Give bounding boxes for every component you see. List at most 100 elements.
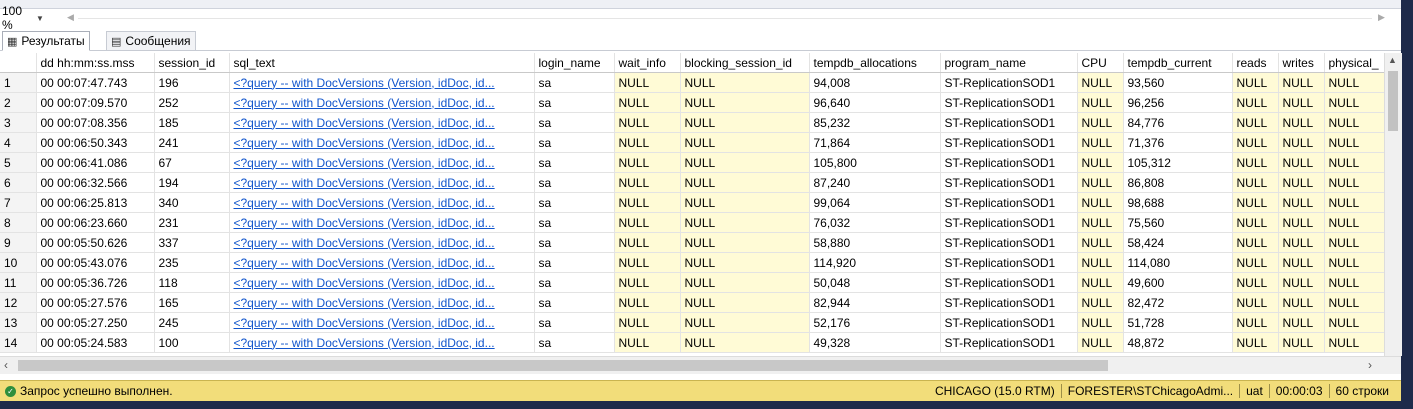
- grid-cell[interactable]: 00 00:06:41.086: [36, 152, 155, 173]
- grid-cell[interactable]: NULL: [1232, 312, 1279, 333]
- grid-cell[interactable]: NULL: [680, 112, 810, 133]
- grid-cell[interactable]: NULL: [614, 132, 681, 153]
- sql-text-link[interactable]: <?query -- with DocVersions (Version, id…: [229, 312, 535, 333]
- grid-cell[interactable]: 00 00:07:09.570: [36, 92, 155, 113]
- grid-cell[interactable]: 196: [154, 72, 230, 93]
- column-header[interactable]: CPU: [1077, 53, 1124, 73]
- grid-cell[interactable]: NULL: [1077, 212, 1124, 233]
- grid-cell[interactable]: 194: [154, 172, 230, 193]
- grid-cell[interactable]: NULL: [1278, 232, 1325, 253]
- grid-cell[interactable]: NULL: [1324, 192, 1385, 213]
- grid-cell[interactable]: 00 00:05:27.576: [36, 292, 155, 313]
- grid-cell[interactable]: NULL: [680, 172, 810, 193]
- grid-cell[interactable]: 96,640: [809, 92, 941, 113]
- grid-cell[interactable]: NULL: [1278, 92, 1325, 113]
- editor-hscroll-track[interactable]: [78, 18, 1372, 19]
- grid-cell[interactable]: 50,048: [809, 272, 941, 293]
- grid-cell[interactable]: NULL: [1324, 252, 1385, 273]
- grid-cell[interactable]: 100: [154, 332, 230, 353]
- table-row[interactable]: 2 00 00:07:09.570 252 <?query -- with DocVe…: [0, 92, 1385, 113]
- grid-cell[interactable]: NULL: [1324, 92, 1385, 113]
- sql-text-link[interactable]: <?query -- with DocVersions (Version, id…: [229, 232, 535, 253]
- grid-cell[interactable]: 71,376: [1123, 132, 1233, 153]
- table-row[interactable]: 14 00 00:05:24.583 100 <?query -- with DocV…: [0, 332, 1385, 353]
- grid-cell[interactable]: NULL: [614, 172, 681, 193]
- table-row[interactable]: 9 00 00:05:50.626 337 <?query -- with DocVe…: [0, 232, 1385, 253]
- grid-cell[interactable]: 87,240: [809, 172, 941, 193]
- sql-text-link[interactable]: <?query -- with DocVersions (Version, id…: [229, 212, 535, 233]
- grid-cell[interactable]: NULL: [1077, 332, 1124, 353]
- row-number[interactable]: 4: [0, 132, 37, 153]
- grid-cell[interactable]: 48,872: [1123, 332, 1233, 353]
- row-number[interactable]: 5: [0, 152, 37, 173]
- grid-cell[interactable]: NULL: [1324, 72, 1385, 93]
- grid-cell[interactable]: NULL: [1077, 312, 1124, 333]
- grid-cell[interactable]: NULL: [680, 232, 810, 253]
- grid-cell[interactable]: 00 00:05:43.076: [36, 252, 155, 273]
- table-row[interactable]: 7 00 00:06:25.813 340 <?query -- with DocVe…: [0, 192, 1385, 213]
- grid-cell[interactable]: 86,808: [1123, 172, 1233, 193]
- grid-cell[interactable]: NULL: [680, 212, 810, 233]
- grid-cell[interactable]: 49,328: [809, 332, 941, 353]
- grid-cell[interactable]: 82,472: [1123, 292, 1233, 313]
- grid-cell[interactable]: 99,064: [809, 192, 941, 213]
- grid-cell[interactable]: NULL: [680, 332, 810, 353]
- grid-cell[interactable]: 58,424: [1123, 232, 1233, 253]
- grid-cell[interactable]: 49,600: [1123, 272, 1233, 293]
- grid-cell[interactable]: sa: [534, 92, 615, 113]
- grid-cell[interactable]: NULL: [1077, 172, 1124, 193]
- grid-cell[interactable]: NULL: [614, 272, 681, 293]
- row-number[interactable]: 6: [0, 172, 37, 193]
- tab-messages[interactable]: ▤ Сообщения: [106, 31, 196, 50]
- vertical-scroll-thumb[interactable]: [1388, 71, 1398, 131]
- grid-cell[interactable]: NULL: [614, 152, 681, 173]
- grid-cell[interactable]: NULL: [1324, 212, 1385, 233]
- grid-cell[interactable]: sa: [534, 212, 615, 233]
- grid-cell[interactable]: 93,560: [1123, 72, 1233, 93]
- scroll-right-icon[interactable]: ›: [1368, 358, 1372, 372]
- grid-cell[interactable]: NULL: [1278, 132, 1325, 153]
- scroll-up-icon[interactable]: ▲: [1388, 55, 1397, 65]
- grid-cell[interactable]: ST-ReplicationSOD1: [940, 332, 1078, 353]
- grid-cell[interactable]: sa: [534, 132, 615, 153]
- grid-cell[interactable]: 241: [154, 132, 230, 153]
- grid-cell[interactable]: 58,880: [809, 232, 941, 253]
- grid-cell[interactable]: NULL: [1232, 272, 1279, 293]
- grid-cell[interactable]: 165: [154, 292, 230, 313]
- table-row[interactable]: 10 00 00:05:43.076 235 <?query -- with DocV…: [0, 252, 1385, 273]
- grid-cell[interactable]: 82,944: [809, 292, 941, 313]
- grid-cell[interactable]: 00 00:06:32.566: [36, 172, 155, 193]
- grid-cell[interactable]: NULL: [680, 252, 810, 273]
- row-number[interactable]: 3: [0, 112, 37, 133]
- grid-cell[interactable]: 245: [154, 312, 230, 333]
- grid-cell[interactable]: ST-ReplicationSOD1: [940, 152, 1078, 173]
- column-header[interactable]: program_name: [940, 53, 1078, 73]
- grid-cell[interactable]: NULL: [1324, 152, 1385, 173]
- grid-cell[interactable]: 84,776: [1123, 112, 1233, 133]
- column-header[interactable]: tempdb_allocations: [809, 53, 941, 73]
- grid-cell[interactable]: NULL: [614, 332, 681, 353]
- grid-cell[interactable]: NULL: [614, 212, 681, 233]
- grid-cell[interactable]: 00 00:05:36.726: [36, 272, 155, 293]
- grid-cell[interactable]: 114,080: [1123, 252, 1233, 273]
- grid-cell[interactable]: sa: [534, 292, 615, 313]
- grid-cell[interactable]: 76,032: [809, 212, 941, 233]
- grid-cell[interactable]: sa: [534, 272, 615, 293]
- grid-cell[interactable]: ST-ReplicationSOD1: [940, 292, 1078, 313]
- grid-cell[interactable]: NULL: [680, 92, 810, 113]
- grid-cell[interactable]: ST-ReplicationSOD1: [940, 132, 1078, 153]
- grid-cell[interactable]: NULL: [1077, 232, 1124, 253]
- column-header[interactable]: writes: [1278, 53, 1325, 73]
- grid-cell[interactable]: ST-ReplicationSOD1: [940, 112, 1078, 133]
- grid-cell[interactable]: 118: [154, 272, 230, 293]
- row-number[interactable]: 2: [0, 92, 37, 113]
- column-header[interactable]: dd hh:mm:ss.mss: [36, 53, 155, 73]
- grid-cell[interactable]: sa: [534, 152, 615, 173]
- column-header[interactable]: sql_text: [229, 53, 535, 73]
- grid-cell[interactable]: NULL: [1278, 172, 1325, 193]
- row-number[interactable]: 13: [0, 312, 37, 333]
- grid-cell[interactable]: NULL: [1278, 292, 1325, 313]
- grid-cell[interactable]: NULL: [1324, 132, 1385, 153]
- grid-cell[interactable]: 75,560: [1123, 212, 1233, 233]
- row-number[interactable]: 1: [0, 72, 37, 93]
